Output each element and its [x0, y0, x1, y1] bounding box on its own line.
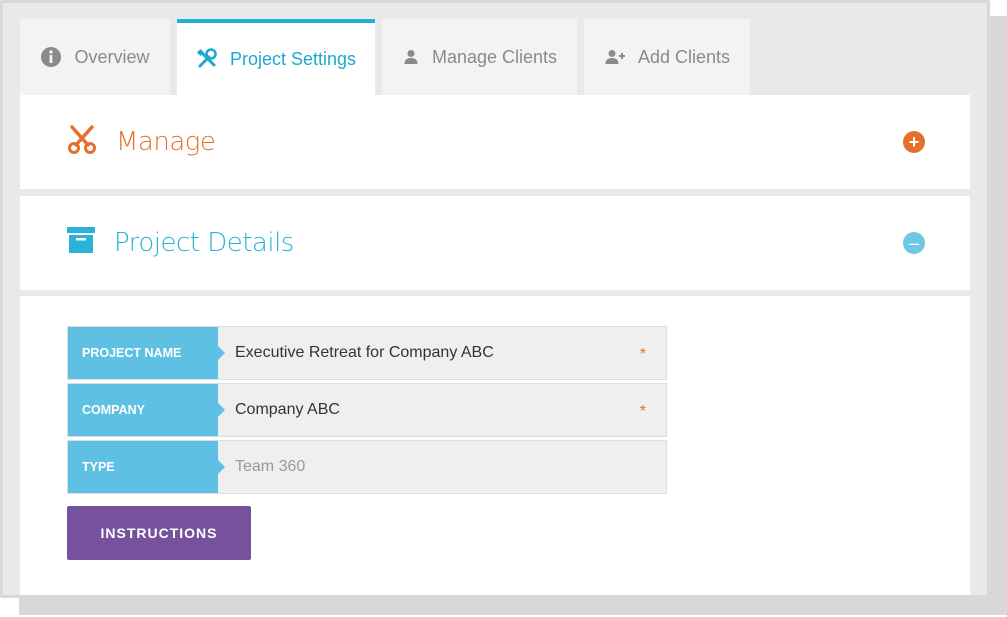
- company-field[interactable]: Company ABC *: [218, 384, 666, 436]
- type-row: TYPE Team 360: [67, 440, 667, 494]
- company-row: COMPANY Company ABC *: [67, 383, 667, 437]
- project-details-title: Project Details: [114, 228, 294, 258]
- tab-add-clients[interactable]: Add Clients: [584, 19, 750, 95]
- project-details-form-panel: PROJECT NAME Executive Retreat for Compa…: [20, 296, 970, 595]
- manage-section[interactable]: Manage +: [20, 95, 970, 189]
- user-icon: [402, 48, 420, 66]
- project-name-field[interactable]: Executive Retreat for Company ABC *: [218, 327, 666, 379]
- info-icon: [40, 46, 62, 68]
- scissors-icon: [66, 124, 98, 161]
- archive-box-icon: [66, 225, 96, 262]
- project-details-header: Project Details: [66, 196, 294, 290]
- tab-manage-clients-label: Manage Clients: [431, 46, 558, 67]
- type-label: TYPE: [68, 441, 225, 493]
- app-frame: Overview Project Settings Manage Clients…: [0, 0, 990, 598]
- project-name-value: Executive Retreat for Company ABC: [235, 344, 494, 361]
- tab-manage-clients[interactable]: Manage Clients: [382, 19, 577, 95]
- project-details-form: PROJECT NAME Executive Retreat for Compa…: [67, 326, 667, 560]
- company-label: COMPANY: [68, 384, 225, 436]
- tab-project-settings[interactable]: Project Settings: [177, 19, 375, 95]
- company-value: Company ABC: [235, 401, 340, 418]
- tab-add-clients-label: Add Clients: [637, 46, 731, 67]
- manage-title: Manage: [116, 127, 216, 157]
- tab-overview[interactable]: Overview: [20, 19, 170, 95]
- tab-bar: Overview Project Settings Manage Clients…: [20, 19, 750, 95]
- type-value: Team 360: [235, 458, 306, 475]
- expand-icon[interactable]: +: [903, 131, 925, 153]
- project-name-row: PROJECT NAME Executive Retreat for Compa…: [67, 326, 667, 380]
- tools-icon: [196, 48, 218, 70]
- collapse-icon[interactable]: –: [903, 232, 925, 254]
- type-field[interactable]: Team 360: [218, 441, 666, 493]
- tab-project-settings-label: Project Settings: [229, 48, 357, 69]
- manage-header: Manage: [66, 95, 216, 189]
- required-marker: *: [639, 346, 646, 363]
- tab-overview-label: Overview: [74, 46, 150, 67]
- project-details-section[interactable]: Project Details –: [20, 196, 970, 290]
- add-user-icon: [604, 48, 626, 66]
- required-marker: *: [639, 403, 646, 420]
- project-name-label: PROJECT NAME: [68, 327, 225, 379]
- instructions-button[interactable]: INSTRUCTIONS: [67, 506, 251, 560]
